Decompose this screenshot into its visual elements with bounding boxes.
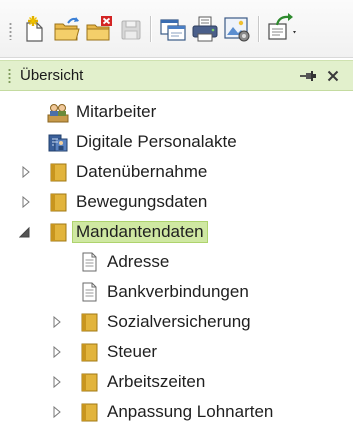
image-settings-button[interactable] xyxy=(222,14,252,44)
window-button[interactable] xyxy=(158,14,188,44)
folder-icon xyxy=(78,341,100,363)
folder-icon xyxy=(47,161,69,183)
new-button[interactable] xyxy=(20,14,50,44)
delete-folder-icon xyxy=(86,16,112,41)
tree-item-label: Datenübernahme xyxy=(76,162,208,181)
folder-icon xyxy=(78,371,100,393)
folder-icon xyxy=(78,311,100,333)
collapsed-chevron-icon[interactable] xyxy=(51,315,63,329)
tree-item-mandantendaten[interactable]: Mandantendaten xyxy=(0,218,353,246)
tree-item-label: Adresse xyxy=(107,252,170,271)
collapsed-chevron-icon[interactable] xyxy=(51,345,63,359)
tree-item-label: Bankverbindungen xyxy=(107,282,249,301)
tree-item-label: Digitale Personalakte xyxy=(76,132,237,151)
panel-grip[interactable] xyxy=(8,68,11,84)
collapsed-chevron-icon[interactable] xyxy=(20,165,32,179)
toolbar-grip[interactable] xyxy=(9,22,12,40)
tree-item-label: Sozialversicherung xyxy=(107,312,251,331)
employees-icon xyxy=(47,101,69,123)
pin-button[interactable] xyxy=(299,69,317,83)
panel-header: Übersicht xyxy=(0,60,353,91)
tree-item-label: Bewegungsdaten xyxy=(76,192,208,211)
document-icon xyxy=(78,281,100,303)
toolbar xyxy=(0,0,353,58)
save-icon xyxy=(121,20,141,40)
window-icon xyxy=(160,19,186,41)
tree-item-bankverbindungen[interactable]: Bankverbindungen xyxy=(0,278,353,306)
folder-icon xyxy=(78,401,100,423)
toolbar-separator xyxy=(150,16,152,42)
tree-item-adresse[interactable]: Adresse xyxy=(0,248,353,276)
document-icon xyxy=(78,251,100,273)
folder-icon xyxy=(47,221,69,243)
panel-title: Übersicht xyxy=(20,67,84,84)
save-button[interactable] xyxy=(116,14,146,44)
collapsed-chevron-icon[interactable] xyxy=(51,375,63,389)
pin-icon xyxy=(300,71,316,81)
tree-item-anpassung-lohnarten[interactable]: Anpassung Lohnarten xyxy=(0,398,353,426)
collapsed-chevron-icon[interactable] xyxy=(20,195,32,209)
export-icon xyxy=(268,13,296,40)
tree-item-label: Steuer xyxy=(107,342,158,361)
tree-item-label: Arbeitszeiten xyxy=(107,372,206,391)
tree-item-label: Mandantendaten xyxy=(72,221,208,243)
delete-button[interactable] xyxy=(84,14,114,44)
personnel-file-icon xyxy=(47,131,69,153)
export-button[interactable] xyxy=(266,12,299,44)
new-icon xyxy=(26,16,43,42)
tree-item-label: Mitarbeiter xyxy=(76,102,157,121)
folder-icon xyxy=(47,191,69,213)
open-folder-icon xyxy=(54,17,80,41)
expanded-chevron-icon[interactable] xyxy=(19,225,31,239)
tree-item-arbeitszeiten[interactable]: Arbeitszeiten xyxy=(0,368,353,396)
tree-item-label: Anpassung Lohnarten xyxy=(107,402,274,421)
tree-item-bewegungsdaten[interactable]: Bewegungsdaten xyxy=(0,188,353,216)
print-button[interactable] xyxy=(190,14,220,44)
tree-item-datenuebernahme[interactable]: Datenübernahme xyxy=(0,158,353,186)
tree-item-steuer[interactable]: Steuer xyxy=(0,338,353,366)
close-button[interactable] xyxy=(326,69,340,83)
image-settings-icon xyxy=(224,17,250,42)
open-button[interactable] xyxy=(52,14,82,44)
toolbar-separator xyxy=(258,16,260,42)
print-icon xyxy=(192,16,218,42)
tree-item-digitale-personalakte[interactable]: Digitale Personalakte xyxy=(0,128,353,156)
tree-item-mitarbeiter[interactable]: Mitarbeiter xyxy=(0,98,353,126)
tree-item-sozialversicherung[interactable]: Sozialversicherung xyxy=(0,308,353,336)
collapsed-chevron-icon[interactable] xyxy=(51,405,63,419)
close-icon xyxy=(327,70,339,82)
navigation-tree: Mitarbeiter Digitale Personalakte Datenü… xyxy=(0,92,353,426)
